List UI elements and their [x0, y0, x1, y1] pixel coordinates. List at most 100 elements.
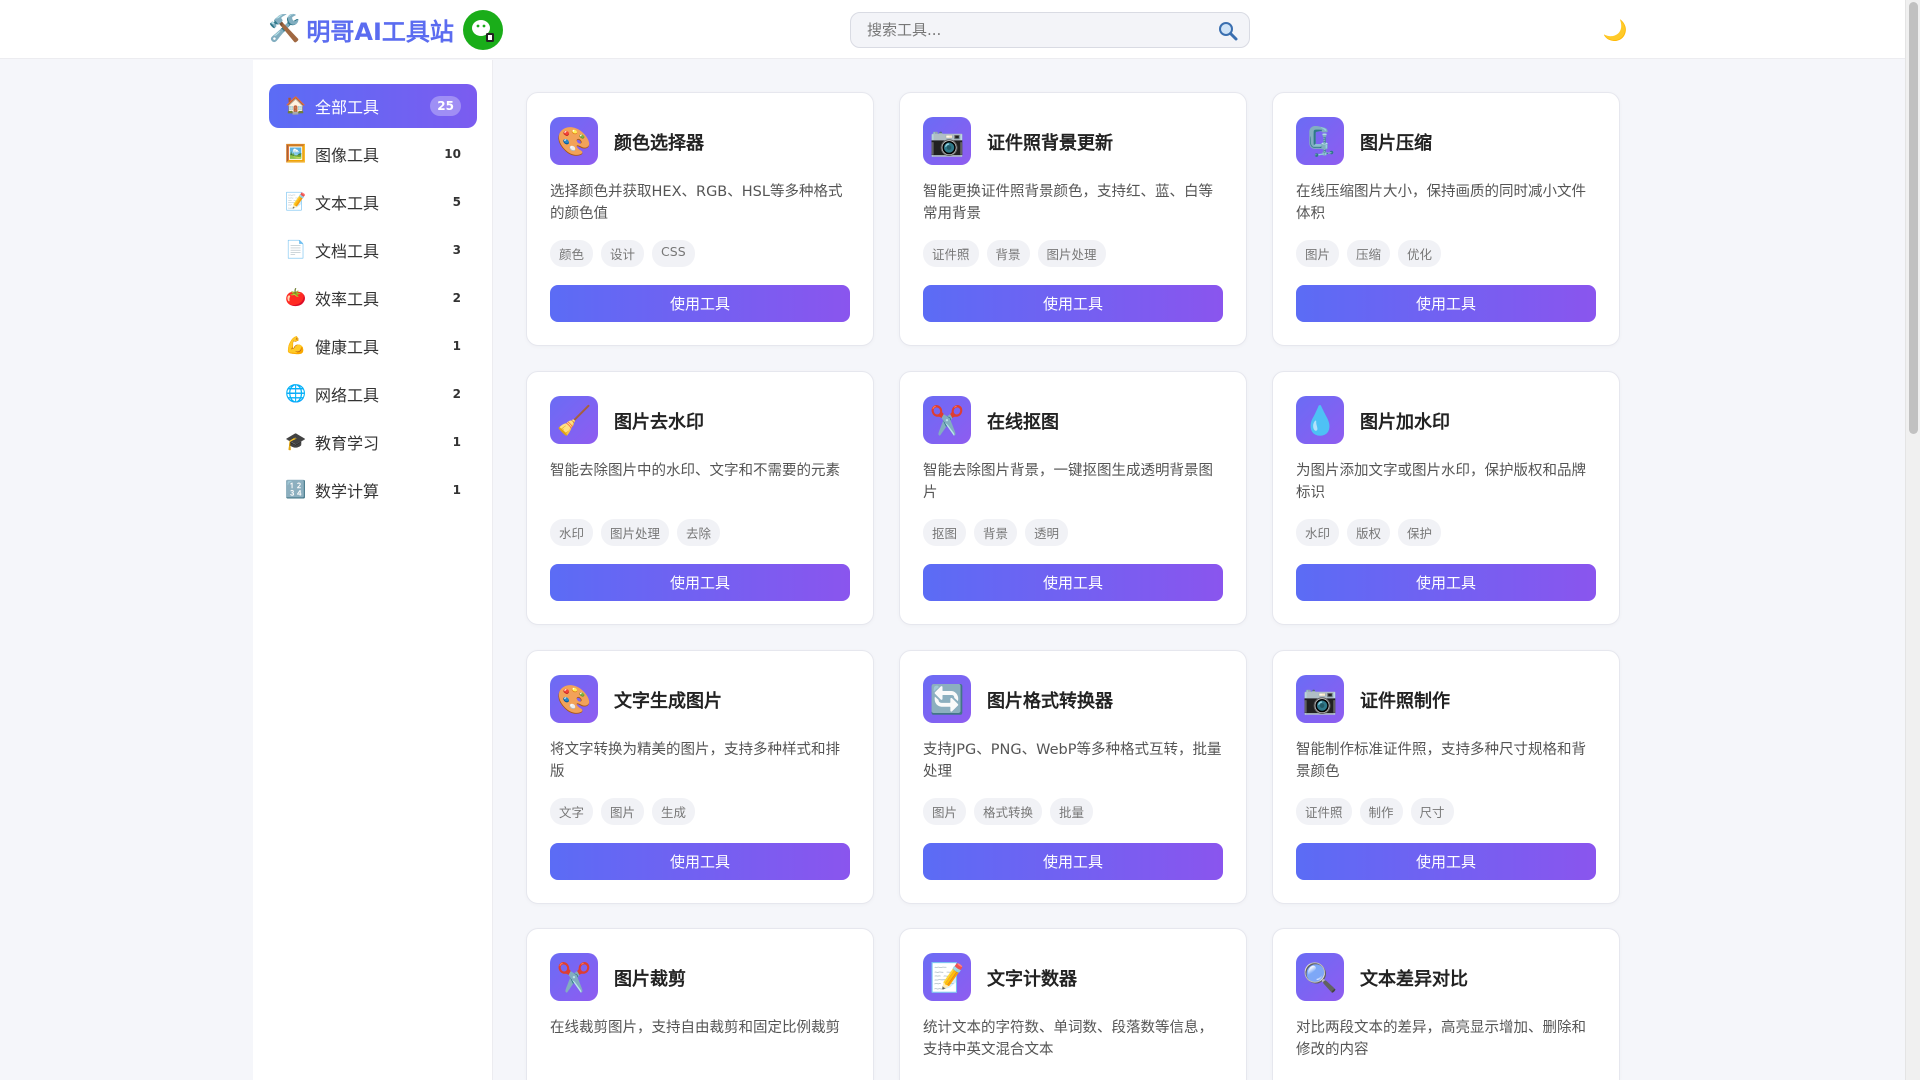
- tool-card-background-remove: ✂️ 在线抠图 智能去除图片背景，一键抠图生成透明背景图片 抠图 背景 透明 使…: [899, 371, 1247, 625]
- card-description: 在线裁剪图片，支持自由裁剪和固定比例裁剪: [550, 1020, 840, 1036]
- tag[interactable]: 图片: [601, 798, 645, 825]
- card-description: 智能去除图片背景，一键抠图生成透明背景图片: [923, 463, 1213, 501]
- sidebar-item-count: 25: [430, 96, 461, 116]
- card-tags: 图片 格式转换 批量: [923, 798, 1094, 825]
- card-title: 文字生成图片: [614, 691, 722, 712]
- search-box: [850, 12, 1250, 48]
- tag[interactable]: 背景: [974, 519, 1018, 546]
- tag[interactable]: 水印: [1296, 519, 1340, 546]
- search-input[interactable]: [851, 13, 1249, 47]
- card-tags: 水印 图片处理 去除: [550, 519, 721, 546]
- scissors-icon: ✂️: [550, 953, 598, 1001]
- tool-card-id-photo-maker: 📷 证件照制作 智能制作标准证件照，支持多种尺寸规格和背景颜色 证件照 制作 尺…: [1272, 650, 1620, 904]
- tag[interactable]: 生成: [652, 798, 696, 825]
- top-header: 🛠️ 明哥AI工具站 🌙: [0, 0, 1905, 59]
- use-tool-button[interactable]: 使用工具: [923, 564, 1223, 601]
- card-description: 智能更换证件照背景颜色，支持红、蓝、白等常用背景: [923, 184, 1213, 222]
- tag[interactable]: CSS: [652, 240, 695, 267]
- sidebar-item-health[interactable]: 💪 健康工具 1: [269, 324, 477, 368]
- tag[interactable]: 图片: [1296, 240, 1340, 267]
- camera-icon: 📷: [1296, 675, 1344, 723]
- use-tool-button[interactable]: 使用工具: [550, 285, 850, 322]
- tool-card-text-to-image: 🎨 文字生成图片 将文字转换为精美的图片，支持多种样式和排版 文字 图片 生成 …: [526, 650, 874, 904]
- page-scrollbar[interactable]: [1905, 0, 1920, 1080]
- sidebar-item-text[interactable]: 📝 文本工具 5: [269, 180, 477, 224]
- tag[interactable]: 文字: [550, 798, 594, 825]
- tool-card-word-counter: 📝 文字计数器 统计文本的字符数、单词数、段落数等信息，支持中英文混合文本: [899, 928, 1247, 1080]
- tag[interactable]: 格式转换: [974, 798, 1043, 825]
- card-description: 将文字转换为精美的图片，支持多种样式和排版: [550, 742, 840, 780]
- card-title: 图片去水印: [614, 412, 704, 433]
- card-description: 支持JPG、PNG、WebP等多种格式互转，批量处理: [923, 742, 1222, 780]
- card-tags: 颜色 设计 CSS: [550, 240, 695, 267]
- use-tool-button[interactable]: 使用工具: [1296, 843, 1596, 880]
- tag[interactable]: 设计: [601, 240, 645, 267]
- tag[interactable]: 尺寸: [1410, 798, 1454, 825]
- sidebar-item-label: 全部工具: [315, 98, 380, 117]
- memo-icon: 📝: [923, 953, 971, 1001]
- broom-icon: 🧹: [550, 396, 598, 444]
- sidebar-item-label: 教育学习: [315, 434, 380, 453]
- palette-icon: 🎨: [550, 675, 598, 723]
- card-title: 图片加水印: [1360, 412, 1450, 433]
- category-sidebar: 🏠 全部工具 25 🖼️ 图像工具 10 📝 文本工具 5 📄 文档工具 3 🍅…: [253, 60, 493, 1080]
- tag[interactable]: 保护: [1398, 519, 1442, 546]
- sidebar-item-label: 图像工具: [315, 146, 380, 165]
- sidebar-item-image[interactable]: 🖼️ 图像工具 10: [269, 132, 477, 176]
- tag[interactable]: 图片处理: [1037, 240, 1106, 267]
- use-tool-button[interactable]: 使用工具: [1296, 564, 1596, 601]
- tag[interactable]: 证件照: [923, 240, 979, 267]
- moon-icon[interactable]: 🌙: [1601, 16, 1629, 44]
- tag[interactable]: 批量: [1050, 798, 1094, 825]
- sidebar-item-count: 5: [452, 195, 461, 209]
- use-tool-button[interactable]: 使用工具: [1296, 285, 1596, 322]
- tag[interactable]: 背景: [986, 240, 1030, 267]
- card-title: 文本差异对比: [1360, 969, 1468, 990]
- sidebar-item-all[interactable]: 🏠 全部工具 25: [269, 84, 477, 128]
- tag[interactable]: 图片: [923, 798, 967, 825]
- use-tool-button[interactable]: 使用工具: [923, 843, 1223, 880]
- tag[interactable]: 去除: [677, 519, 721, 546]
- graduation-cap-icon: 🎓: [285, 432, 307, 452]
- tag[interactable]: 制作: [1359, 798, 1403, 825]
- tag[interactable]: 图片处理: [601, 519, 670, 546]
- tag[interactable]: 透明: [1025, 519, 1069, 546]
- card-title: 证件照背景更新: [987, 133, 1113, 154]
- card-description: 在线压缩图片大小，保持画质的同时减小文件体积: [1296, 184, 1586, 222]
- scrollbar-thumb[interactable]: [1909, 2, 1918, 434]
- site-logo[interactable]: 🛠️ 明哥AI工具站: [268, 12, 454, 46]
- tag[interactable]: 抠图: [923, 519, 967, 546]
- tag[interactable]: 版权: [1347, 519, 1391, 546]
- sidebar-item-network[interactable]: 🌐 网络工具 2: [269, 372, 477, 416]
- tag[interactable]: 颜色: [550, 240, 594, 267]
- muscle-icon: 💪: [285, 336, 307, 356]
- card-description: 智能去除图片中的水印、文字和不需要的元素: [550, 463, 840, 479]
- sidebar-item-count: 10: [444, 147, 461, 161]
- globe-icon: 🌐: [285, 384, 307, 404]
- wechat-icon[interactable]: [463, 10, 503, 50]
- home-icon: 🏠: [285, 96, 307, 116]
- sidebar-item-math[interactable]: 🔢 数学计算 1: [269, 468, 477, 512]
- sidebar-item-count: 3: [452, 243, 461, 257]
- sidebar-item-count: 1: [452, 435, 461, 449]
- refresh-icon: 🔄: [923, 675, 971, 723]
- search-icon[interactable]: [1217, 20, 1239, 42]
- magnifier-icon: 🔍: [1296, 953, 1344, 1001]
- sidebar-item-document[interactable]: 📄 文档工具 3: [269, 228, 477, 272]
- sidebar-item-productivity[interactable]: 🍅 效率工具 2: [269, 276, 477, 320]
- tag[interactable]: 压缩: [1347, 240, 1391, 267]
- card-tags: 证件照 背景 图片处理: [923, 240, 1106, 267]
- use-tool-button[interactable]: 使用工具: [550, 843, 850, 880]
- sidebar-item-education[interactable]: 🎓 教育学习 1: [269, 420, 477, 464]
- picture-icon: 🖼️: [285, 144, 307, 164]
- tag[interactable]: 优化: [1398, 240, 1442, 267]
- card-description: 对比两段文本的差异，高亮显示增加、删除和修改的内容: [1296, 1020, 1586, 1058]
- sidebar-item-label: 数学计算: [315, 482, 380, 501]
- tool-card-text-diff: 🔍 文本差异对比 对比两段文本的差异，高亮显示增加、删除和修改的内容: [1272, 928, 1620, 1080]
- tag[interactable]: 证件照: [1296, 798, 1352, 825]
- use-tool-button[interactable]: 使用工具: [550, 564, 850, 601]
- tool-card-add-watermark: 💧 图片加水印 为图片添加文字或图片水印，保护版权和品牌标识 水印 版权 保护 …: [1272, 371, 1620, 625]
- card-description: 统计文本的字符数、单词数、段落数等信息，支持中英文混合文本: [923, 1020, 1213, 1058]
- tag[interactable]: 水印: [550, 519, 594, 546]
- use-tool-button[interactable]: 使用工具: [923, 285, 1223, 322]
